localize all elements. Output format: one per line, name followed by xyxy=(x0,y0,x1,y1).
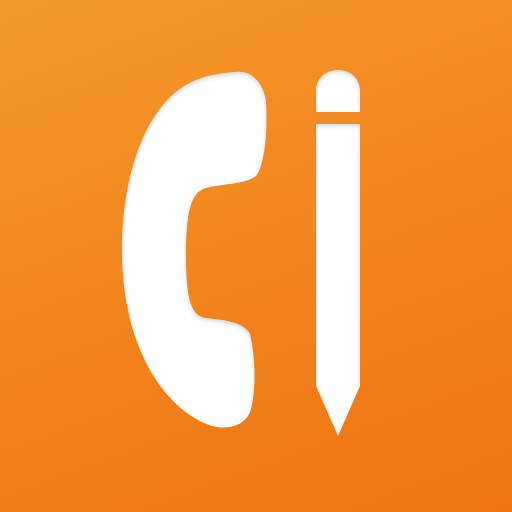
pencil-icon xyxy=(316,70,360,436)
app-icon[interactable] xyxy=(0,0,512,512)
app-icon-glyphs xyxy=(122,70,360,436)
phone-handset-icon xyxy=(122,71,267,428)
